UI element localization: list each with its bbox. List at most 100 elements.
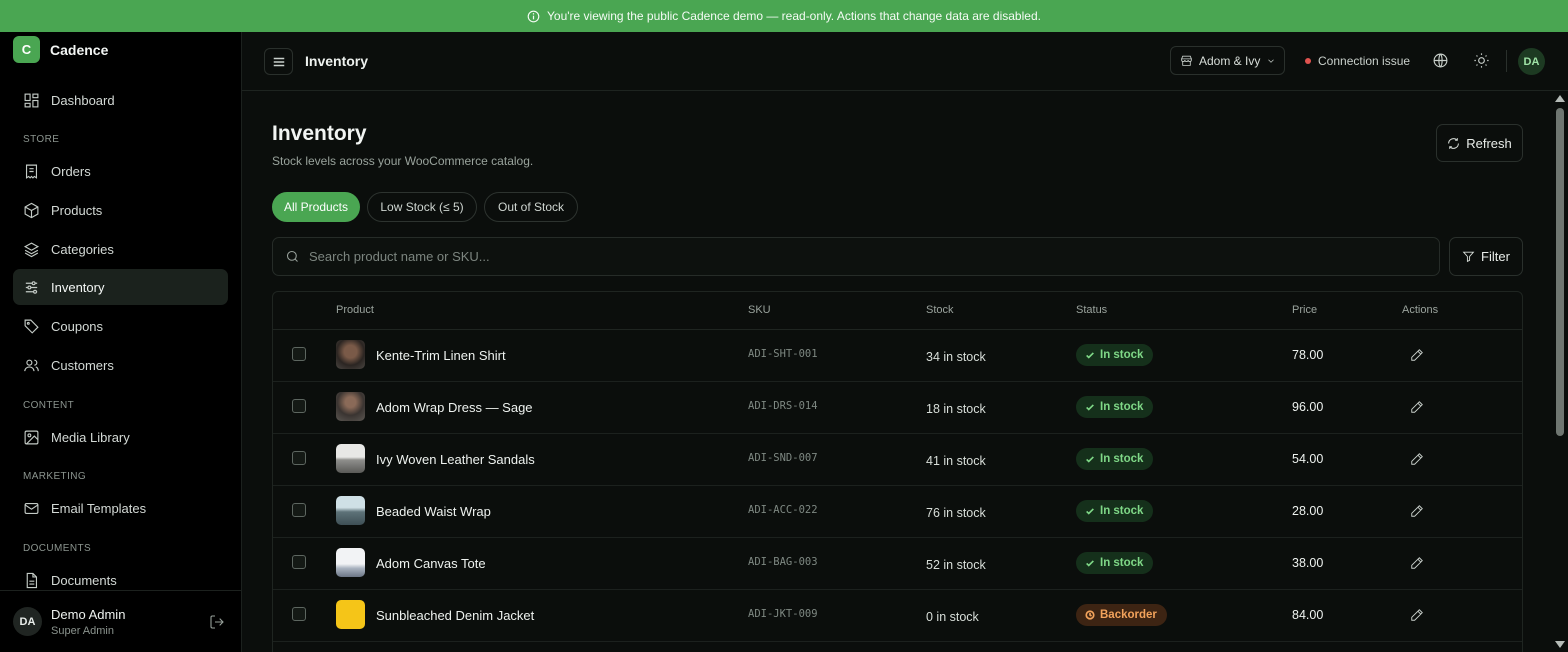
filter-button[interactable]: Filter — [1449, 237, 1523, 276]
sidebar-item-media-library[interactable]: Media Library — [13, 419, 228, 455]
status-badge: In stock — [1076, 552, 1154, 574]
header-status[interactable]: Status — [1076, 304, 1107, 316]
chevron-down-icon — [1268, 59, 1275, 63]
sidebar-toggle-button[interactable] — [264, 48, 293, 75]
product-price: 96.00 — [1292, 400, 1324, 414]
connection-text: Connection issue — [1318, 54, 1411, 68]
product-price: 38.00 — [1292, 556, 1324, 570]
table-row[interactable]: Sunbleached Denim Jacket ADI-JKT-009 0 i… — [273, 590, 1522, 642]
table-row[interactable]: Adom Wrap Dress — Sage ADI-DRS-014 18 in… — [273, 382, 1522, 434]
stock-count: 76 in stock — [926, 506, 986, 520]
sidebar-item-coupons[interactable]: Coupons — [13, 308, 228, 344]
row-checkbox[interactable] — [292, 503, 306, 517]
pencil-icon — [1411, 401, 1423, 413]
scrollbar-thumb[interactable] — [1556, 108, 1564, 436]
sidebar-item-email-templates[interactable]: Email Templates — [13, 490, 228, 526]
header-sku[interactable]: SKU — [748, 304, 771, 316]
brand-logo: C — [13, 36, 40, 63]
table-row[interactable]: Adom Canvas Tote ADI-BAG-003 52 in stock… — [273, 538, 1522, 590]
product-name[interactable]: Ivy Woven Leather Sandals — [376, 452, 535, 467]
filter-all-products[interactable]: All Products — [272, 192, 360, 222]
pencil-icon — [1411, 505, 1423, 517]
header-price[interactable]: Price — [1292, 304, 1317, 316]
sidebar-item-label: Coupons — [51, 318, 104, 334]
language-button[interactable] — [1432, 52, 1449, 69]
sidebar-item-inventory[interactable]: Inventory — [13, 269, 228, 305]
header-actions: Actions — [1402, 304, 1439, 316]
row-checkbox[interactable] — [292, 607, 306, 621]
table-row[interactable]: Beaded Waist Wrap ADI-ACC-022 76 in stoc… — [273, 486, 1522, 538]
edit-button[interactable] — [1410, 400, 1424, 414]
product-name[interactable]: Sunbleached Denim Jacket — [376, 608, 534, 623]
row-checkbox[interactable] — [292, 555, 306, 569]
filter-label: Filter — [1481, 249, 1510, 264]
row-checkbox[interactable] — [292, 347, 306, 361]
sidebar-item-categories[interactable]: Categories — [13, 231, 228, 267]
file-icon — [26, 572, 38, 588]
table-row[interactable]: Ivy Woven Leather Sandals ADI-SND-007 41… — [273, 434, 1522, 486]
sidebar-item-label: Categories — [51, 241, 114, 257]
scroll-down-arrow[interactable] — [1555, 641, 1565, 648]
sidebar-item-customers[interactable]: Customers — [13, 347, 228, 383]
pencil-icon — [1411, 453, 1423, 465]
scrollbar[interactable] — [1552, 91, 1568, 652]
table-row[interactable]: Kente-Trim Linen Shirt ADI-SHT-001 34 in… — [273, 330, 1522, 382]
status-badge: In stock — [1076, 344, 1154, 366]
product-name[interactable]: Adom Wrap Dress — Sage — [376, 400, 533, 415]
sidebar-item-products[interactable]: Products — [13, 192, 228, 228]
store-name: Adom & Ivy — [1199, 53, 1261, 68]
connection-status[interactable]: Connection issue — [1305, 54, 1410, 68]
sidebar-item-dashboard[interactable]: Dashboard — [13, 82, 228, 118]
product-name[interactable]: Kente-Trim Linen Shirt — [376, 348, 506, 363]
edit-button[interactable] — [1410, 504, 1424, 518]
store-selector[interactable]: Adom & Ivy — [1170, 46, 1285, 75]
product-thumbnail — [336, 600, 365, 629]
inventory-table: Product SKU Stock Status Price Actions K… — [272, 291, 1523, 652]
header-product[interactable]: Product — [336, 304, 374, 316]
check-icon — [1086, 456, 1094, 463]
status-badge: In stock — [1076, 396, 1154, 418]
account-avatar[interactable]: DA — [1518, 48, 1545, 75]
stock-count: 52 in stock — [926, 558, 986, 572]
filter-low-stock[interactable]: Low Stock (≤ 5) — [367, 192, 477, 222]
check-icon — [1086, 352, 1094, 359]
status-label: Backorder — [1100, 609, 1157, 621]
filter-out-of-stock[interactable]: Out of Stock — [484, 192, 578, 222]
header-stock[interactable]: Stock — [926, 304, 954, 316]
theme-toggle-button[interactable] — [1473, 52, 1490, 69]
brand[interactable]: C Cadence — [13, 36, 108, 63]
stock-count: 34 in stock — [926, 350, 986, 364]
scroll-up-arrow[interactable] — [1555, 95, 1565, 102]
clock-icon — [1085, 610, 1095, 620]
user-role: Super Admin — [51, 624, 114, 637]
banner-text: You're viewing the public Cadence demo —… — [547, 9, 1041, 23]
edit-button[interactable] — [1410, 348, 1424, 362]
search-input[interactable] — [309, 249, 1409, 264]
row-checkbox[interactable] — [292, 451, 306, 465]
product-name[interactable]: Beaded Waist Wrap — [376, 504, 491, 519]
product-name[interactable]: Adom Canvas Tote — [376, 556, 486, 571]
stock-count: 18 in stock — [926, 402, 986, 416]
status-label: In stock — [1100, 505, 1144, 517]
product-sku: ADI-BAG-003 — [748, 556, 818, 568]
refresh-button[interactable]: Refresh — [1436, 124, 1523, 162]
sidebar-item-label: Media Library — [51, 429, 130, 445]
refresh-icon — [1448, 137, 1460, 149]
avatar: DA — [13, 607, 42, 636]
product-thumbnail — [336, 444, 365, 473]
row-checkbox[interactable] — [292, 399, 306, 413]
edit-button[interactable] — [1410, 608, 1424, 622]
dashboard-icon — [24, 93, 39, 107]
info-icon — [527, 10, 540, 22]
edit-button[interactable] — [1410, 556, 1424, 570]
status-badge: Backorder — [1076, 604, 1167, 626]
sidebar-item-label: Orders — [51, 163, 91, 179]
page-subtitle: Stock levels across your WooCommerce cat… — [272, 154, 534, 168]
table-header: Product SKU Stock Status Price Actions — [273, 292, 1522, 330]
sidebar-item-orders[interactable]: Orders — [13, 153, 228, 189]
edit-button[interactable] — [1410, 452, 1424, 466]
logout-button[interactable] — [209, 614, 225, 630]
user-profile[interactable]: DA Demo Admin Super Admin — [0, 590, 241, 652]
product-thumbnail — [336, 496, 365, 525]
status-label: In stock — [1100, 401, 1144, 413]
